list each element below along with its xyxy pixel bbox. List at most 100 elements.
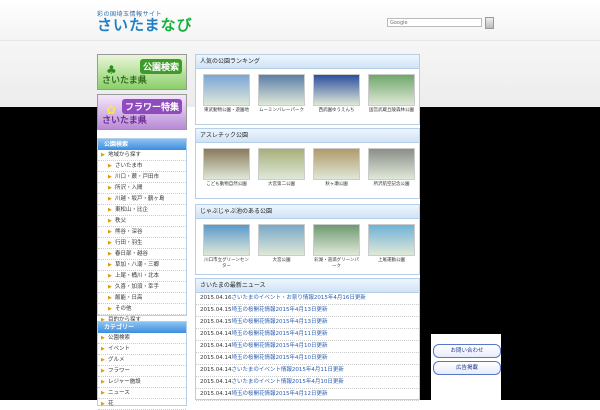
news-link[interactable]: 埼玉の桜開花情報2015年4月10日更新 xyxy=(232,355,328,361)
sidebar-item[interactable]: ▶ 行田・羽生 xyxy=(98,238,186,249)
park-photo[interactable] xyxy=(313,148,360,180)
news-date: 2015.04.14 xyxy=(200,331,232,337)
park-photo[interactable] xyxy=(368,74,415,106)
arrow-right-icon: ▶ xyxy=(108,196,112,202)
category-item-label: 公園検索 xyxy=(108,335,131,341)
park-photo[interactable] xyxy=(258,224,305,256)
arrow-right-icon: ▶ xyxy=(101,357,105,363)
park-thumbnail[interactable]: 秋ヶ瀬公園 xyxy=(312,148,361,188)
sidebar-item[interactable]: ▶ その他 xyxy=(98,304,186,315)
sidebar-item-label: さいたま市 xyxy=(115,163,143,169)
park-thumbnail[interactable]: ムーミンバレーパーク xyxy=(257,74,306,114)
category-item-label: イベント xyxy=(108,346,131,352)
park-thumbnail[interactable]: 川口市立グリーンセンター xyxy=(202,224,251,270)
banner-subtitle: さいたま県 xyxy=(102,116,147,126)
advertise-button[interactable]: 広告掲載 xyxy=(433,361,501,375)
category-menu-header: カテゴリー xyxy=(98,322,186,333)
park-caption[interactable]: 所沢航空記念公園 xyxy=(367,182,416,188)
logo-accent-text: なび xyxy=(160,16,193,34)
park-thumbnail[interactable]: 東武動物公園・遊園地 xyxy=(202,74,251,114)
news-link[interactable]: さいたまのイベント・お祭り情報2015年4月16日更新 xyxy=(232,295,366,301)
category-item[interactable]: ▶ イベント xyxy=(98,344,186,355)
sidebar-item[interactable]: ▶ 飯能・日高 xyxy=(98,293,186,304)
arrow-right-icon: ▶ xyxy=(108,295,112,301)
news-link[interactable]: 埼玉の桜開花情報2015年4月11日更新 xyxy=(232,331,328,337)
sidebar-item[interactable]: ▶ 草加・八潮・三郷 xyxy=(98,260,186,271)
park-photo[interactable] xyxy=(368,224,415,256)
contact-button[interactable]: お問い合わせ xyxy=(433,344,501,358)
park-thumbnail[interactable]: 西武園ゆうえんち xyxy=(312,74,361,114)
news-link[interactable]: 埼玉の桜開花情報2015年4月13日更新 xyxy=(232,307,328,313)
park-photo[interactable] xyxy=(368,148,415,180)
category-item[interactable]: ▶ レジャー施設 xyxy=(98,377,186,388)
news-date: 2015.04.14 xyxy=(200,379,232,385)
banner-title: フラワー特集 xyxy=(121,99,182,114)
arrow-right-icon: ▶ xyxy=(108,207,112,213)
park-photo[interactable] xyxy=(313,74,360,106)
sidebar-item[interactable]: ▶ 久喜・加須・幸手 xyxy=(98,282,186,293)
sidebar-item[interactable]: ▶ 熊谷・深谷 xyxy=(98,227,186,238)
park-thumbnail[interactable]: 大宮第二公園 xyxy=(257,148,306,188)
park-photo[interactable] xyxy=(258,148,305,180)
sidebar-item[interactable]: ▶ 川越・坂戸・鶴ヶ島 xyxy=(98,194,186,205)
sidebar-item[interactable]: ▶ さいたま市 xyxy=(98,161,186,172)
park-caption[interactable]: こども動物自然公園 xyxy=(202,182,251,188)
park-caption[interactable]: 国営武蔵丘陵森林公園 xyxy=(367,108,416,114)
category-item[interactable]: ▶ グルメ xyxy=(98,355,186,366)
sidebar-item-label: 上尾・桶川・北本 xyxy=(115,273,160,279)
news-link[interactable]: 埼玉の桜開花情報2015年4月12日更新 xyxy=(232,391,328,397)
park-photo[interactable] xyxy=(203,224,250,256)
park-photo[interactable] xyxy=(313,224,360,256)
news-link[interactable]: 埼玉の桜開花情報2015年4月10日更新 xyxy=(232,343,328,349)
park-caption[interactable]: ムーミンバレーパーク xyxy=(257,108,306,114)
sidebar-item[interactable]: ▶ 秩父 xyxy=(98,216,186,227)
park-caption[interactable]: 大宮公園 xyxy=(257,258,306,264)
park-caption[interactable]: 川口市立グリーンセンター xyxy=(202,258,251,270)
park-thumbnail[interactable]: 上尾運動公園 xyxy=(367,224,416,264)
park-caption[interactable]: 大宮第二公園 xyxy=(257,182,306,188)
arrow-right-icon: ▶ xyxy=(101,401,105,407)
park-caption[interactable]: 東武動物公園・遊園地 xyxy=(202,108,251,114)
sidebar-item[interactable]: ▶ 春日部・越谷 xyxy=(98,249,186,260)
park-caption[interactable]: 西武園ゆうえんち xyxy=(312,108,361,114)
search-button[interactable] xyxy=(485,17,494,29)
news-item: 2015.04.14埼玉の桜開花情報2015年4月11日更新 xyxy=(196,329,419,341)
category-item[interactable]: ▶ ニュース xyxy=(98,388,186,399)
park-thumbnail[interactable]: 国営武蔵丘陵森林公園 xyxy=(367,74,416,114)
park-photo[interactable] xyxy=(258,74,305,106)
category-item[interactable]: ▶ 花 xyxy=(98,399,186,410)
park-photo[interactable] xyxy=(203,74,250,106)
category-item-label: フラワー xyxy=(108,368,131,374)
arrow-right-icon: ▶ xyxy=(108,163,112,169)
news-link[interactable]: 埼玉の桜開花情報2015年4月13日更新 xyxy=(232,319,328,325)
news-item: 2015.04.14さいたまのイベント情報2015年4月11日更新 xyxy=(196,365,419,377)
news-link[interactable]: さいたまのイベント情報2015年4月11日更新 xyxy=(232,367,344,373)
flower-feature-banner[interactable]: ✿ フラワー特集 さいたま県 xyxy=(97,94,187,130)
category-menu: カテゴリー ▶ 公園検索 ▶ イベント ▶ グルメ ▶ フラワー ▶ レジャー施設 ▶ ニュース ▶ 花 xyxy=(97,321,187,410)
category-item[interactable]: ▶ 公園検索 xyxy=(98,333,186,344)
park-caption[interactable]: 彩湖・道満グリーンパーク xyxy=(312,258,361,270)
sidebar-item[interactable]: ▶ 上尾・桶川・北本 xyxy=(98,271,186,282)
sidebar-item-label: 地域から探す xyxy=(108,152,142,158)
sidebar-item[interactable]: ▶ 川口・蕨・戸田市 xyxy=(98,172,186,183)
category-item[interactable]: ▶ フラワー xyxy=(98,366,186,377)
park-thumbnail[interactable]: こども動物自然公園 xyxy=(202,148,251,188)
park-photo[interactable] xyxy=(203,148,250,180)
arrow-right-icon: ▶ xyxy=(108,229,112,235)
park-caption[interactable]: 秋ヶ瀬公園 xyxy=(312,182,361,188)
section-athletic-parks: アスレチック公園 こども動物自然公園 大宮第二公園 秋ヶ瀬公園 所沢航空記念公園 xyxy=(195,128,420,199)
news-date: 2015.04.14 xyxy=(200,355,232,361)
site-logo[interactable]: さいたまなび xyxy=(97,14,193,35)
park-thumbnail[interactable]: 所沢航空記念公園 xyxy=(367,148,416,188)
sidebar-item[interactable]: ▶ 地域から探す xyxy=(98,150,186,161)
park-caption[interactable]: 上尾運動公園 xyxy=(367,258,416,264)
sidebar-item[interactable]: ▶ 東松山・比企 xyxy=(98,205,186,216)
park-search-banner[interactable]: ♣ 公園検索 さいたま県 xyxy=(97,54,187,90)
park-thumbnail[interactable]: 大宮公園 xyxy=(257,224,306,264)
sidebar-item[interactable]: ▶ 所沢・入間 xyxy=(98,183,186,194)
arrow-right-icon: ▶ xyxy=(101,152,105,158)
park-thumbnail[interactable]: 彩湖・道満グリーンパーク xyxy=(312,224,361,270)
sidebar-item-label: 川越・坂戸・鶴ヶ島 xyxy=(115,196,165,202)
news-link[interactable]: さいたまのイベント情報2015年4月10日更新 xyxy=(232,379,344,385)
search-input[interactable] xyxy=(387,18,482,27)
